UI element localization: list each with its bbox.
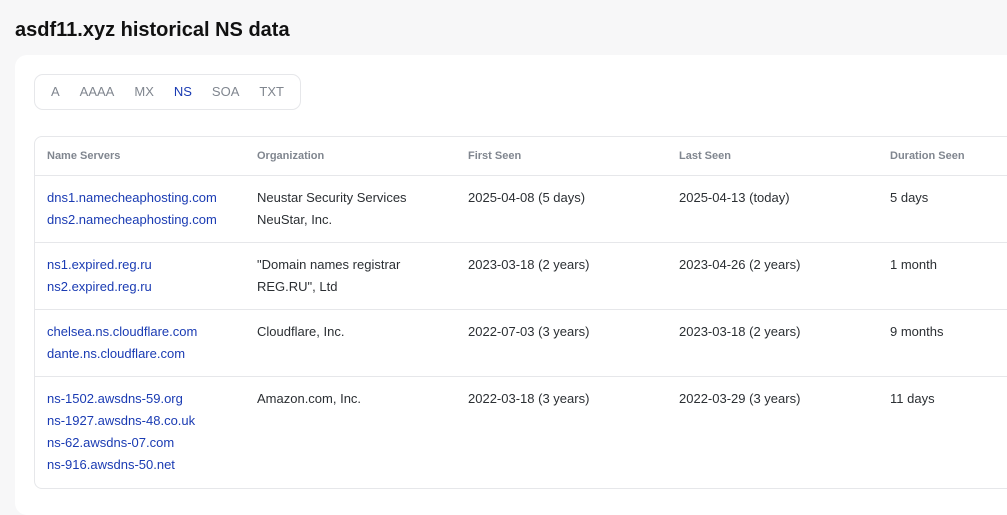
name-server-link[interactable]: ns-1927.awsdns-48.co.uk [47,410,245,432]
tab-soa[interactable]: SOA [202,75,249,109]
header-last-seen[interactable]: Last Seen [667,137,878,176]
header-organization[interactable]: Organization [245,137,456,176]
first-seen-cell: 2022-07-03 (3 years) [456,309,667,377]
record-type-tabs: A AAAA MX NS SOA TXT [34,74,301,110]
first-seen-cell: 2022-03-18 (3 years) [468,391,590,406]
name-server-link[interactable]: dante.ns.cloudflare.com [47,343,245,365]
name-server-link[interactable]: ns1.expired.reg.ru [47,254,245,276]
header-name-servers[interactable]: Name Servers [35,137,245,176]
last-seen-cell: 2023-04-26 (2 years) [667,242,878,310]
ns-history-table: Name Servers Organization First Seen Las… [34,136,1007,489]
organization-line: REG.RU", Ltd [257,279,338,294]
table-row: ns1.expired.reg.ru ns2.expired.reg.ru "D… [35,242,1007,310]
organization-line: NeuStar, Inc. [257,212,333,227]
name-server-link[interactable]: ns-1502.awsdns-59.org [47,388,245,410]
organization-line: "Domain names registrar [257,257,401,272]
table-row: chelsea.ns.cloudflare.com dante.ns.cloud… [35,309,1007,377]
duration-cell: 9 months [878,309,1007,377]
content-card: A AAAA MX NS SOA TXT Name Servers Organi… [15,55,1007,515]
organization-cell: "Domain names registrar REG.RU", Ltd [245,242,456,310]
first-seen-cell: 2023-03-18 (2 years) [456,242,667,310]
name-servers-cell: chelsea.ns.cloudflare.com dante.ns.cloud… [35,309,245,377]
last-seen-cell: 2025-04-13 (today) [667,175,878,243]
name-servers-cell: ns-1502.awsdns-59.org ns-1927.awsdns-48.… [35,377,245,488]
name-server-link[interactable]: dns1.namecheaphosting.com [47,187,245,209]
organization-line: Cloudflare, Inc. [257,324,345,339]
organization-cell: Amazon.com, Inc. [245,377,456,488]
last-seen-cell: 2023-03-18 (2 years) [667,309,878,377]
tab-ns[interactable]: NS [164,75,202,109]
last-seen-cell: 2022-03-29 (3 years) [679,391,801,406]
table-row: dns1.namecheaphosting.com dns2.namecheap… [35,175,1007,243]
table-header-row: Name Servers Organization First Seen Las… [35,137,1007,176]
tab-a[interactable]: A [41,75,70,109]
header-duration-seen[interactable]: Duration Seen [878,137,1007,176]
first-seen-cell: 2025-04-08 (5 days) [456,175,667,243]
name-server-link[interactable]: ns-916.awsdns-50.net [47,454,245,476]
tab-aaaa[interactable]: AAAA [70,75,125,109]
name-server-link[interactable]: ns-62.awsdns-07.com [47,432,245,454]
organization-line: Neustar Security Services [257,190,407,205]
tab-mx[interactable]: MX [124,75,164,109]
duration-cell: 5 days [878,175,1007,243]
page-title: asdf11.xyz historical NS data [15,19,290,41]
organization-line: Amazon.com, Inc. [257,391,362,406]
duration-cell: 11 days [890,391,935,406]
organization-cell: Cloudflare, Inc. [245,309,456,377]
organization-cell: Neustar Security Services NeuStar, Inc. [245,175,456,243]
name-servers-cell: dns1.namecheaphosting.com dns2.namecheap… [35,175,245,243]
header-first-seen[interactable]: First Seen [456,137,667,176]
name-servers-cell: ns1.expired.reg.ru ns2.expired.reg.ru [35,242,245,310]
tab-txt[interactable]: TXT [249,75,294,109]
name-server-link[interactable]: chelsea.ns.cloudflare.com [47,321,245,343]
duration-cell: 1 month [878,242,1007,310]
name-server-link[interactable]: dns2.namecheaphosting.com [47,209,245,231]
table-row: ns-1502.awsdns-59.org ns-1927.awsdns-48.… [35,377,1007,488]
name-server-link[interactable]: ns2.expired.reg.ru [47,276,245,298]
